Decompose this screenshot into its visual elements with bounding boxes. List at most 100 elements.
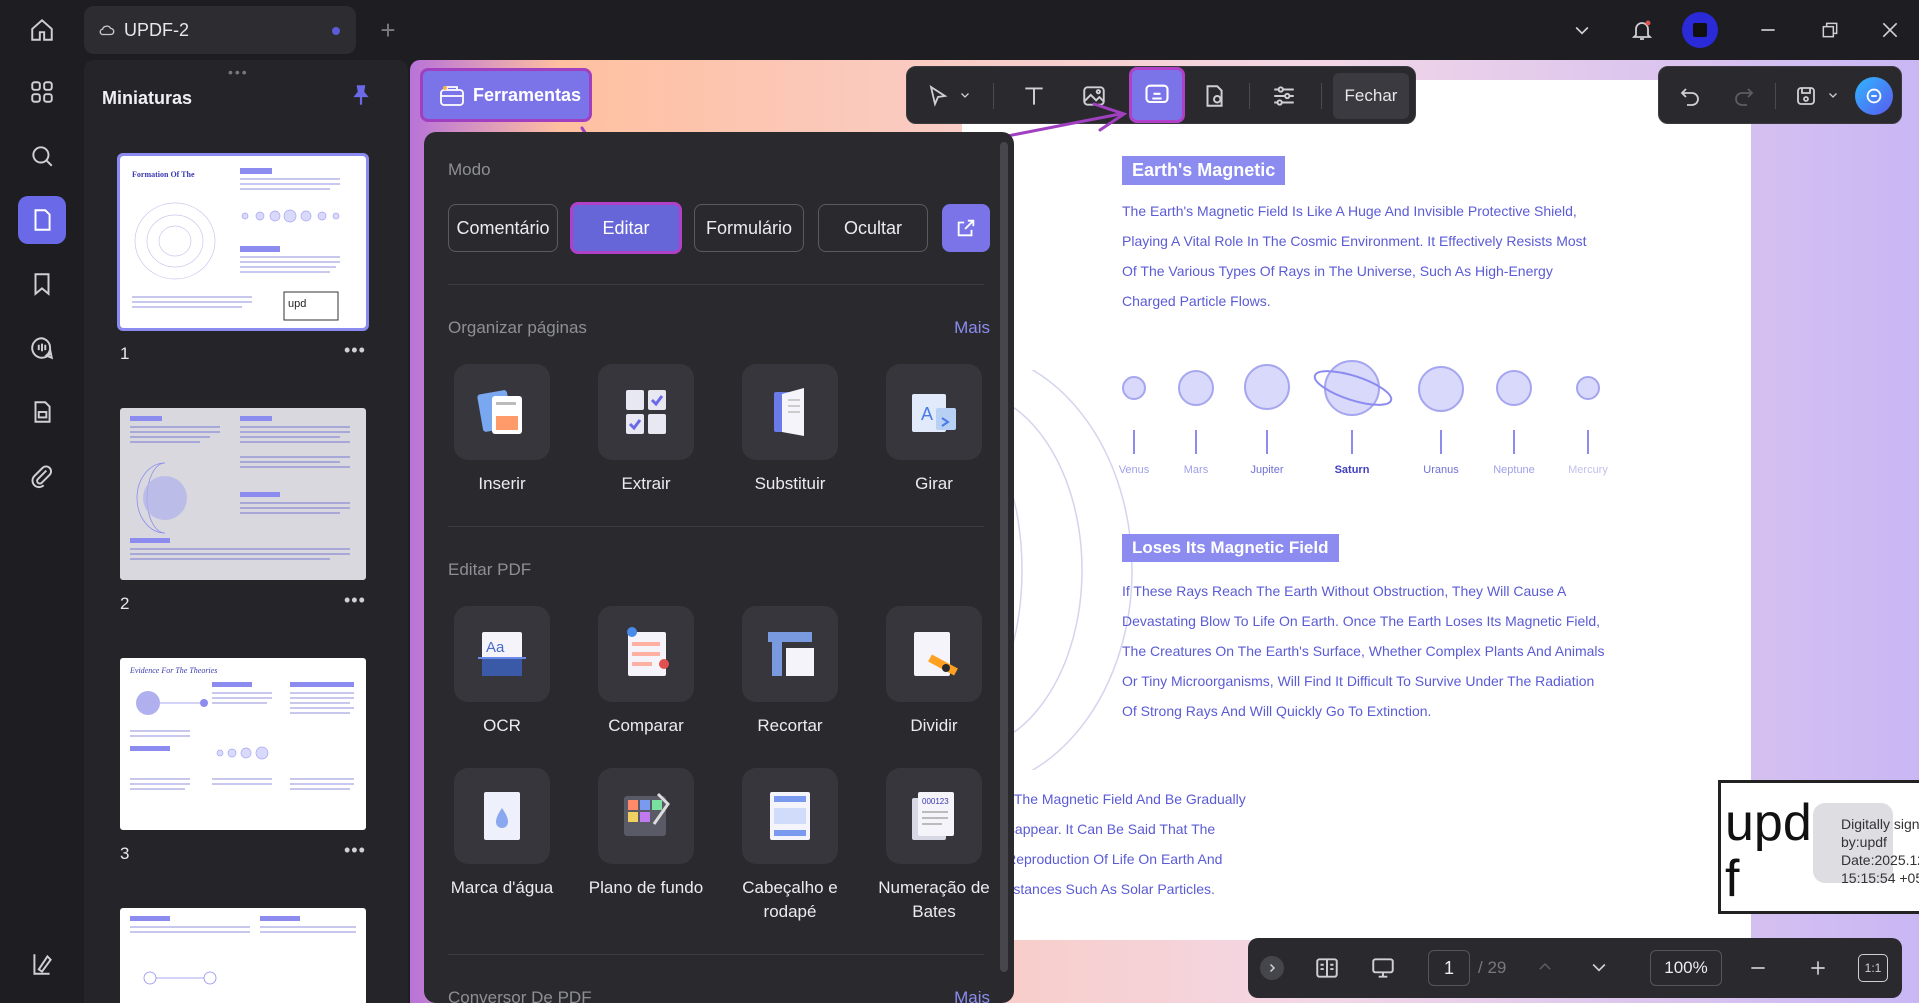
ocr-tile[interactable]: Aa xyxy=(454,606,550,702)
actual-size-label: 1:1 xyxy=(1864,961,1882,975)
ferramentas-label: Ferramentas xyxy=(473,84,582,105)
bates-numbering-icon: 000123 xyxy=(912,792,954,840)
home-icon[interactable] xyxy=(20,10,64,50)
marca-dagua-tile[interactable] xyxy=(454,768,550,864)
link-tool-icon[interactable] xyxy=(1129,67,1185,123)
numeracao-bates-label: Numeração de Bates xyxy=(878,878,990,921)
panel-divider xyxy=(448,284,984,285)
planet-label: Mercury xyxy=(1568,464,1608,476)
page-thumbnail-1[interactable]: Formation Of The upd xyxy=(117,153,369,331)
ferramentas-button[interactable]: Ferramentas xyxy=(420,68,592,122)
presentation-icon[interactable] xyxy=(1366,951,1400,985)
undo-icon[interactable] xyxy=(1673,79,1707,113)
drag-handle[interactable]: ••• xyxy=(228,64,249,80)
left-rail xyxy=(0,60,84,1003)
chevron-down-icon[interactable] xyxy=(957,87,973,103)
actual-size-icon[interactable]: 1:1 xyxy=(1858,954,1888,982)
mode-comentario-button[interactable]: Comentário xyxy=(448,204,558,252)
replace-pages-icon xyxy=(774,388,804,436)
close-icon[interactable] xyxy=(1874,14,1906,46)
recortar-tile[interactable] xyxy=(742,606,838,702)
search-icon[interactable] xyxy=(18,132,66,180)
document-tab[interactable]: UPDF-2 xyxy=(84,6,356,54)
organize-more-link[interactable]: Mais xyxy=(954,318,990,338)
paperclip-icon[interactable] xyxy=(18,452,66,500)
plano-de-fundo-tile[interactable] xyxy=(598,768,694,864)
next-page-icon[interactable] xyxy=(1584,952,1614,982)
previous-page-icon[interactable] xyxy=(1530,952,1560,982)
toolbar-divider xyxy=(1775,83,1776,109)
dividir-label: Dividir xyxy=(910,716,958,735)
page-thumbnail-4[interactable] xyxy=(120,908,366,1003)
fechar-button[interactable]: Fechar xyxy=(1333,73,1409,119)
zoom-out-icon[interactable] xyxy=(1742,952,1774,984)
cabecalho-rodape-label: Cabeçalho e rodapé xyxy=(742,878,838,921)
toolbox-icon xyxy=(439,84,465,108)
thumb-more-icon[interactable]: ••• xyxy=(344,340,366,361)
chevron-down-icon[interactable] xyxy=(1825,87,1841,103)
select-cursor-icon[interactable] xyxy=(921,79,955,113)
save-icon[interactable] xyxy=(1789,79,1823,113)
image-tool-icon[interactable] xyxy=(1077,79,1111,113)
mode-ocultar-button[interactable]: Ocultar xyxy=(818,204,928,252)
thumbnails-icon[interactable] xyxy=(18,196,66,244)
thumb-more-icon[interactable]: ••• xyxy=(344,840,366,861)
bookmark-icon[interactable] xyxy=(18,260,66,308)
crop-icon xyxy=(768,632,814,676)
page-layout-icon[interactable] xyxy=(1310,951,1344,985)
ai-assistant-icon[interactable] xyxy=(1855,77,1893,115)
pin-icon[interactable] xyxy=(348,82,374,108)
open-external-button[interactable] xyxy=(942,204,990,252)
layers-icon[interactable] xyxy=(18,940,66,988)
extrair-tile[interactable] xyxy=(598,364,694,460)
new-tab-icon[interactable]: + xyxy=(372,14,404,46)
bell-icon[interactable] xyxy=(1624,12,1660,48)
panel-scrollbar[interactable] xyxy=(1000,142,1008,972)
comment-icon[interactable] xyxy=(18,324,66,372)
substituir-tile[interactable] xyxy=(742,364,838,460)
page-number-input[interactable] xyxy=(1428,950,1470,986)
mode-formulario-button[interactable]: Formulário xyxy=(694,204,804,252)
planet-uranus xyxy=(1418,366,1464,412)
thumb-page-number: 1 xyxy=(120,344,130,363)
expand-chevron-icon[interactable] xyxy=(1260,956,1284,980)
page-thumbnail-2[interactable] xyxy=(120,408,366,580)
zoom-in-icon[interactable] xyxy=(1802,952,1834,984)
dividir-tile[interactable] xyxy=(886,606,982,702)
grid-icon[interactable] xyxy=(18,68,66,116)
text-tool-icon[interactable] xyxy=(1017,79,1051,113)
extrair-label: Extrair xyxy=(621,474,671,493)
svg-text:A: A xyxy=(921,404,933,424)
chevron-down-icon[interactable] xyxy=(1566,14,1598,46)
page-thumbnail-3[interactable]: Evidence For The Theories xyxy=(120,658,366,830)
planet-tick xyxy=(1351,430,1353,454)
thumb-more-icon[interactable]: ••• xyxy=(344,590,366,611)
mode-editar-button[interactable]: Editar xyxy=(570,202,682,254)
inserir-tile[interactable] xyxy=(454,364,550,460)
panel-divider xyxy=(448,526,984,527)
signature-line: Digitally signed xyxy=(1841,816,1919,832)
zoom-level[interactable]: 100% xyxy=(1650,950,1722,986)
inserir-label: Inserir xyxy=(478,474,526,493)
avatar[interactable] xyxy=(1682,12,1718,48)
signature-line: 15:15:54 +05:00 xyxy=(1841,870,1919,886)
watermark-tool-icon[interactable] xyxy=(1197,79,1231,113)
pdf-page[interactable]: d Earth's Magnetic The Earth's Magnetic … xyxy=(962,80,1919,940)
converter-more-link[interactable]: Mais xyxy=(954,988,990,1003)
digital-signature[interactable]: upd f Digitally signed by:updf Date:2025… xyxy=(1718,780,1919,914)
planet-tick xyxy=(1513,430,1515,454)
numeracao-bates-tile[interactable]: 000123 xyxy=(886,768,982,864)
attachment-page-icon[interactable] xyxy=(18,388,66,436)
comparar-tile[interactable] xyxy=(598,606,694,702)
thumbnails-panel: ••• Miniaturas Formation Of The upd 1 ••… xyxy=(84,60,408,1003)
minimize-icon[interactable] xyxy=(1752,14,1784,46)
signature-text: Digitally signed by:updf Date:2025.12.02… xyxy=(1841,815,1919,887)
settings-sliders-icon[interactable] xyxy=(1267,79,1301,113)
signature-line: Date:2025.12.02 xyxy=(1841,852,1919,868)
mode-section-title: Modo xyxy=(448,160,491,179)
cabecalho-rodape-tile[interactable] xyxy=(742,768,838,864)
restore-icon[interactable] xyxy=(1814,14,1846,46)
planet-tick xyxy=(1133,430,1135,454)
girar-tile[interactable]: A xyxy=(886,364,982,460)
redo-icon[interactable] xyxy=(1727,79,1761,113)
